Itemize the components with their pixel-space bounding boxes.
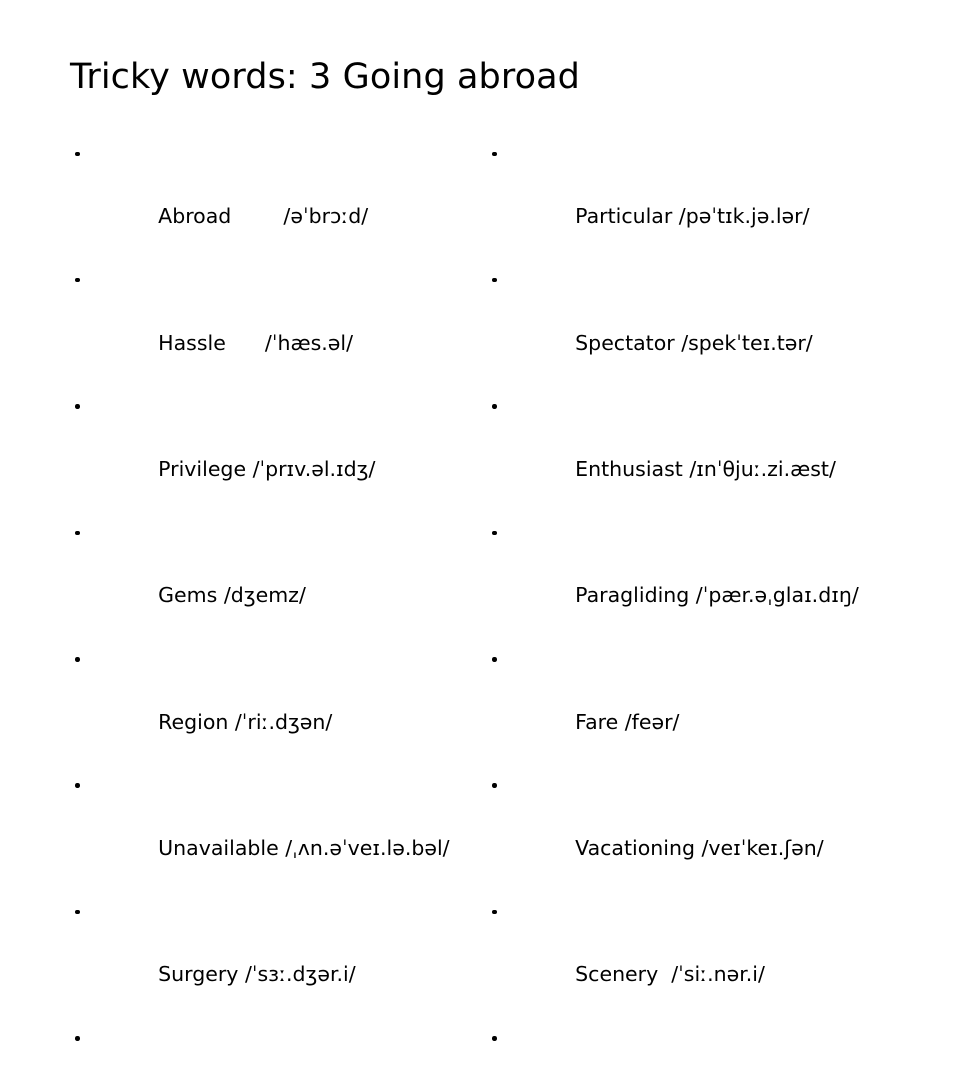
list-item: Paragliding /ˈpær.əˌglaɪ.dɪŋ/ [483, 517, 903, 643]
vocab-entry: Surgery /ˈsɜː.dʒər.i/ [158, 962, 356, 987]
slide: Tricky words: 3 Going abroad Abroad /əˈb… [0, 0, 960, 1041]
list-item: Exhibition /ˌek.sɪˈbɪʃ.ən/ [66, 1023, 466, 1080]
bullet-icon [75, 783, 80, 788]
vocab-column-left: Abroad /əˈbrɔːd/ Hassle /ˈhæs.əl/ Privil… [66, 138, 466, 1080]
list-item: Excursion /ɪkˈskɜː.ʃən/ [483, 1023, 903, 1080]
list-item: Unavailable /ˌʌn.əˈveɪ.lə.bəl/ [66, 770, 466, 896]
list-item: Particular /pəˈtɪk.jə.lər/ [483, 138, 903, 264]
vocab-list-right: Particular /pəˈtɪk.jə.lər/ Spectator /sp… [483, 138, 903, 1080]
vocab-entry: Privilege /ˈprɪv.əl.ɪdʒ/ [158, 456, 376, 481]
bullet-icon [492, 909, 497, 915]
bullet-icon [492, 277, 497, 283]
bullet-icon [492, 1036, 497, 1041]
bullet-icon [75, 530, 80, 536]
list-item: Hassle /ˈhæs.əl/ [66, 264, 466, 390]
vocab-entry: Gems /dʒemz/ [158, 583, 306, 608]
bullet-icon [75, 657, 80, 662]
list-item: Fare /feər/ [483, 644, 903, 770]
page-title: Tricky words: 3 Going abroad [70, 57, 580, 97]
bullet-icon [75, 909, 80, 915]
bullet-icon [492, 783, 497, 788]
vocab-entry: Scenery /ˈsiː.nər.i/ [575, 962, 765, 987]
list-item: Vacationing /veɪˈkeɪ.ʃən/ [483, 770, 903, 896]
bullet-icon [75, 404, 80, 409]
vocab-entry: Abroad /əˈbrɔːd/ [158, 204, 369, 229]
list-item: Scenery /ˈsiː.nər.i/ [483, 896, 903, 1022]
vocab-entry: Region /ˈriː.dʒən/ [158, 709, 333, 734]
list-item: Privilege /ˈprɪv.əl.ɪdʒ/ [66, 391, 466, 517]
bullet-icon [75, 151, 80, 156]
vocab-column-right: Particular /pəˈtɪk.jə.lər/ Spectator /sp… [483, 138, 903, 1080]
list-item: Gems /dʒemz/ [66, 517, 466, 643]
bullet-icon [492, 151, 497, 156]
bullet-icon [492, 404, 497, 409]
vocab-entry: Hassle /ˈhæs.əl/ [158, 330, 353, 355]
bullet-icon [75, 1036, 80, 1041]
list-item: Surgery /ˈsɜː.dʒər.i/ [66, 896, 466, 1022]
vocab-entry: Fare /feər/ [575, 709, 680, 734]
bullet-icon [75, 277, 80, 283]
vocab-entry: Unavailable /ˌʌn.əˈveɪ.lə.bəl/ [158, 836, 450, 861]
vocab-entry: Spectator /spekˈteɪ.tər/ [575, 330, 813, 355]
vocab-entry: Paragliding /ˈpær.əˌglaɪ.dɪŋ/ [575, 583, 859, 608]
vocab-entry: Enthusiast /ɪnˈθjuː.zi.æst/ [575, 456, 836, 481]
list-item: Enthusiast /ɪnˈθjuː.zi.æst/ [483, 391, 903, 517]
list-item: Spectator /spekˈteɪ.tər/ [483, 264, 903, 390]
list-item: Abroad /əˈbrɔːd/ [66, 138, 466, 264]
bullet-icon [492, 657, 497, 662]
bullet-icon [492, 530, 497, 536]
vocab-entry: Particular /pəˈtɪk.jə.lər/ [575, 204, 810, 229]
vocab-list-left: Abroad /əˈbrɔːd/ Hassle /ˈhæs.əl/ Privil… [66, 138, 466, 1080]
list-item: Region /ˈriː.dʒən/ [66, 644, 466, 770]
content-body: Abroad /əˈbrɔːd/ Hassle /ˈhæs.əl/ Privil… [0, 138, 960, 1041]
vocab-entry: Vacationing /veɪˈkeɪ.ʃən/ [575, 836, 824, 861]
